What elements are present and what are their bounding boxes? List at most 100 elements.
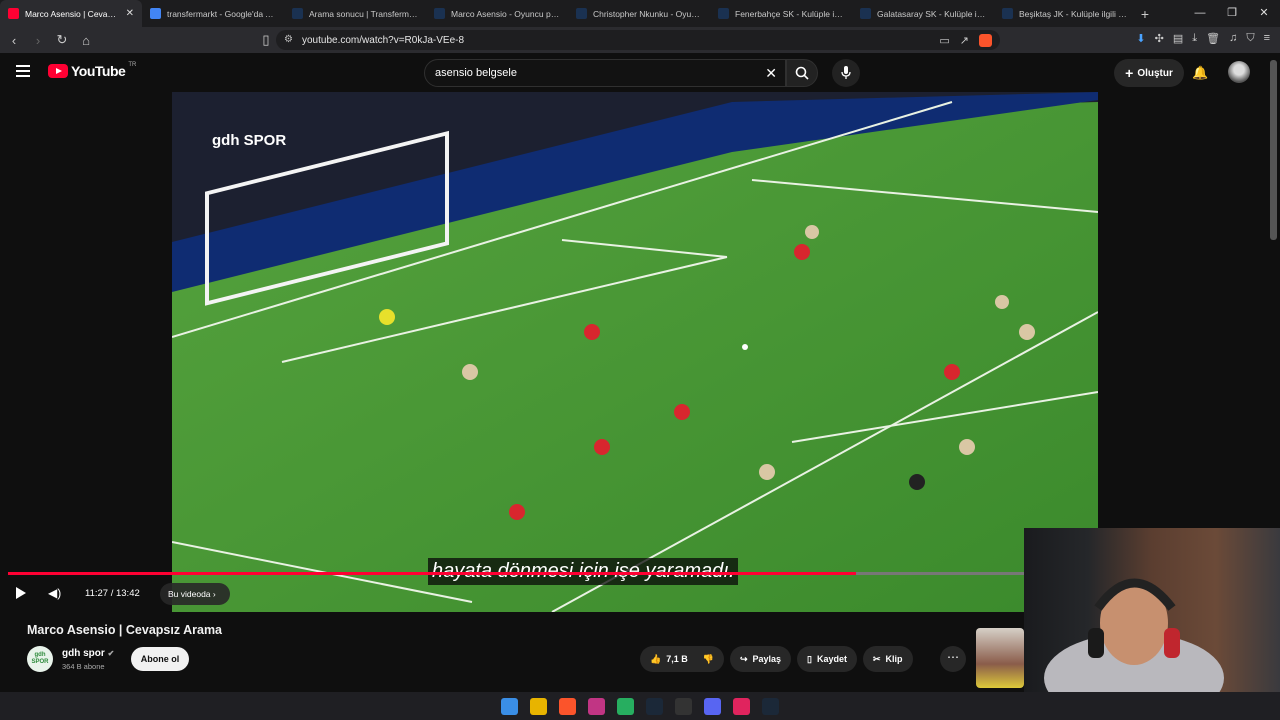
tab-title: Marco Asensio | Cevapsız Arama bbox=[25, 8, 120, 19]
url-text: youtube.com/watch?v=R0kJa-VEe-8 bbox=[302, 34, 465, 46]
share-icon: ↪ bbox=[739, 653, 748, 664]
close-window-icon[interactable]: ✕ bbox=[1248, 0, 1280, 27]
chevron-right-icon: › bbox=[212, 589, 216, 599]
cast-icon[interactable]: ▭ bbox=[939, 34, 949, 47]
tab-title: Christopher Nkunku - Oyuncu bbox=[593, 8, 702, 19]
streamer-figure bbox=[1044, 578, 1224, 692]
taskbar-app-icon[interactable] bbox=[530, 697, 547, 715]
back-icon[interactable]: ‹ bbox=[4, 33, 24, 48]
browser-tab[interactable]: Fenerbahçe SK - Kulüple ilgili bbox=[710, 0, 852, 27]
progress-fill bbox=[8, 572, 857, 575]
taskbar-app-icon[interactable] bbox=[617, 697, 634, 715]
downloads-icon[interactable]: ⤓ bbox=[1192, 32, 1197, 45]
taskbar-app-icon[interactable] bbox=[501, 697, 518, 715]
channel-watermark: gdh SPOR bbox=[212, 132, 287, 149]
url-field[interactable]: ⚙ youtube.com/watch?v=R0kJa-VEe-8 ▭ ↗ bbox=[276, 30, 1000, 50]
create-button[interactable]: + Oluştur bbox=[1114, 59, 1184, 87]
forward-icon[interactable]: › bbox=[28, 33, 48, 48]
like-button[interactable]: 👍 7,1 B 👎 bbox=[640, 646, 724, 672]
reload-icon[interactable]: ↻ bbox=[52, 32, 72, 48]
browser-tab[interactable]: transfermarkt - Google'da Ara bbox=[142, 0, 284, 27]
search-value: asensio belgsele bbox=[435, 67, 517, 79]
save-button[interactable]: ▯ Kaydet bbox=[797, 646, 857, 672]
dislike-icon[interactable]: 👎 bbox=[703, 654, 714, 665]
search-button[interactable] bbox=[786, 59, 818, 87]
scissors-icon: ✂ bbox=[873, 653, 881, 664]
browser-tab[interactable]: Galatasaray SK - Kulüple ilgili bbox=[852, 0, 994, 27]
minimize-icon[interactable]: — bbox=[1184, 0, 1216, 27]
browser-tab[interactable]: Christopher Nkunku - Oyuncu bbox=[568, 0, 710, 27]
video-actions: 👍 7,1 B 👎 ↪ Paylaş ▯ Kaydet ✂ Klip bbox=[640, 646, 913, 672]
video-frame-pitch bbox=[172, 92, 1098, 612]
share-page-icon[interactable]: ↗ bbox=[960, 34, 969, 47]
extensions-toolbar: ⬇ ✣ ▤ ⤓ 🗑 ♫ ⛉ ≡ bbox=[1136, 32, 1270, 45]
plus-icon: + bbox=[1125, 65, 1134, 81]
subscribe-button[interactable]: Abone ol bbox=[131, 647, 189, 671]
tab-favicon-icon bbox=[1002, 8, 1013, 19]
youtube-header: YouTube TR asensio belgsele ✕ + Oluştur … bbox=[0, 53, 1280, 93]
tab-favicon-icon bbox=[718, 8, 729, 19]
os-taskbar bbox=[0, 692, 1280, 720]
thumbs-up-icon: 👍 bbox=[650, 653, 662, 664]
browser-tab[interactable]: Marco Asensio - Oyuncu profili bbox=[426, 0, 568, 27]
browser-tab[interactable]: Beşiktaş JK - Kulüple ilgili tran bbox=[994, 0, 1136, 27]
chapter-button[interactable]: Bu videoda › bbox=[160, 583, 230, 605]
tab-favicon-icon bbox=[434, 8, 445, 19]
browser-tab[interactable]: Arama sonucu | Transfermarkt bbox=[284, 0, 426, 27]
taskbar-app-icon[interactable] bbox=[704, 697, 721, 715]
restore-icon[interactable]: ❐ bbox=[1216, 0, 1248, 27]
voice-search-button[interactable] bbox=[832, 59, 860, 87]
puzzle-icon[interactable]: ✣ bbox=[1155, 32, 1164, 45]
tab-title: Fenerbahçe SK - Kulüple ilgili bbox=[735, 8, 844, 19]
taskbar-app-icon[interactable] bbox=[588, 697, 605, 715]
music-icon[interactable]: ♫ bbox=[1229, 32, 1237, 45]
wallet-icon[interactable]: ⛉ bbox=[1246, 32, 1254, 45]
volume-icon[interactable]: ◀) bbox=[48, 586, 61, 600]
tab-title: Arama sonucu | Transfermarkt bbox=[309, 8, 418, 19]
clip-button[interactable]: ✂ Klip bbox=[863, 646, 913, 672]
trash-icon[interactable]: 🗑 bbox=[1206, 32, 1220, 45]
play-icon[interactable] bbox=[16, 587, 26, 599]
clear-search-icon[interactable]: ✕ bbox=[765, 65, 777, 82]
notifications-bell-icon[interactable]: 🔔 bbox=[1192, 65, 1208, 81]
hamburger-menu-icon[interactable] bbox=[16, 65, 30, 77]
menu-icon[interactable]: ≡ bbox=[1264, 32, 1270, 45]
video-player[interactable]: gdh SPOR hayata dönmesi için işe yaramad… bbox=[172, 92, 1098, 612]
youtube-play-icon bbox=[48, 64, 68, 78]
sidebar-icon[interactable]: ▤ bbox=[1173, 32, 1183, 45]
channel-avatar[interactable]: gdh SPOR bbox=[27, 646, 53, 672]
tab-favicon-icon bbox=[8, 8, 19, 19]
search-icon bbox=[795, 66, 809, 80]
search-input[interactable]: asensio belgsele ✕ bbox=[424, 59, 786, 87]
taskbar-app-icon[interactable] bbox=[733, 697, 750, 715]
subscriber-count: 364 B abone bbox=[62, 662, 105, 671]
channel-name[interactable]: gdh spor ✔ bbox=[62, 648, 114, 659]
home-icon[interactable]: ⌂ bbox=[76, 33, 96, 48]
taskbar-app-icon[interactable] bbox=[646, 697, 663, 715]
video-progress-bar[interactable] bbox=[8, 572, 1024, 575]
tab-favicon-icon bbox=[150, 8, 161, 19]
more-actions-icon[interactable]: ⋯ bbox=[940, 646, 966, 672]
new-tab-icon[interactable]: + bbox=[1136, 6, 1154, 22]
site-info-icon[interactable]: ⚙ bbox=[284, 34, 293, 45]
download-ext-icon[interactable]: ⬇ bbox=[1136, 32, 1145, 45]
youtube-logo[interactable]: YouTube TR bbox=[48, 62, 136, 79]
microphone-icon bbox=[841, 66, 851, 79]
tab-title: Galatasaray SK - Kulüple ilgili bbox=[877, 8, 986, 19]
player-controls: ◀) 11:27 / 13:42 Bu videoda › bbox=[0, 580, 1024, 606]
page-scrollbar[interactable] bbox=[1270, 60, 1277, 240]
tab-favicon-icon bbox=[292, 8, 303, 19]
tab-title: Beşiktaş JK - Kulüple ilgili tran bbox=[1019, 8, 1128, 19]
share-button[interactable]: ↪ Paylaş bbox=[729, 646, 792, 672]
taskbar-app-icon[interactable] bbox=[675, 697, 692, 715]
taskbar-app-icon[interactable] bbox=[762, 697, 779, 715]
brave-shields-icon[interactable] bbox=[979, 34, 992, 47]
browser-tab[interactable]: Marco Asensio | Cevapsız Arama ✕ bbox=[0, 0, 142, 27]
account-avatar[interactable] bbox=[1228, 61, 1250, 83]
time-display: 11:27 / 13:42 bbox=[85, 588, 140, 599]
related-video-thumbnail[interactable] bbox=[976, 628, 1024, 688]
close-tab-icon[interactable]: ✕ bbox=[126, 8, 134, 19]
taskbar-app-icon[interactable] bbox=[559, 697, 576, 715]
webcam-overlay bbox=[1024, 528, 1280, 692]
bookmark-icon[interactable]: ▯ bbox=[256, 32, 276, 48]
